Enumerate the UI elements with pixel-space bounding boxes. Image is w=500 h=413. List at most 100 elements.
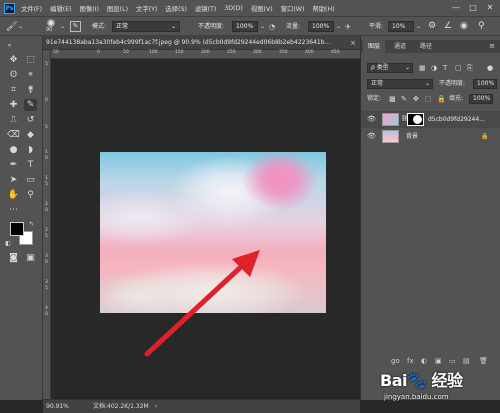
zoom-level[interactable]: 90.91% bbox=[46, 402, 69, 412]
layer-filter-select[interactable]: ρ 类型 ⌄ bbox=[367, 63, 413, 73]
document-title: 91e744138aba13a30feb4c999f1ac7f.jpeg @ 9… bbox=[46, 39, 331, 46]
ruler-tick-label: 50 bbox=[53, 50, 59, 55]
filter-shape-icon[interactable]: ▢ bbox=[455, 63, 462, 73]
menu-select[interactable]: 选择(S) bbox=[165, 4, 187, 13]
lock-position-icon[interactable]: ✥ bbox=[413, 94, 419, 104]
brush-tool-icon[interactable]: 🖌 bbox=[6, 22, 17, 32]
screen-mode-icon[interactable]: ▣ bbox=[24, 252, 37, 264]
menu-window[interactable]: 窗口(W) bbox=[281, 4, 305, 13]
tab-channels[interactable]: 通道 bbox=[389, 40, 411, 53]
lasso-tool-icon[interactable]: ʘ bbox=[7, 69, 20, 81]
lock-all-icon[interactable]: 🔒 bbox=[437, 94, 446, 104]
crop-tool-icon[interactable]: ⌗ bbox=[7, 84, 20, 96]
ruler-tick-label: 150 bbox=[175, 50, 184, 55]
filter-smart-object-icon[interactable]: ⎘ bbox=[467, 63, 473, 73]
layer-mask-thumbnail[interactable] bbox=[407, 113, 424, 126]
close-window-button[interactable]: ✕ bbox=[482, 0, 498, 16]
menu-file[interactable]: 文件(F) bbox=[21, 4, 42, 13]
pressure-size-icon[interactable]: ◉ bbox=[460, 21, 468, 31]
zoom-tool-icon[interactable]: ⚲ bbox=[24, 189, 37, 201]
eraser-tool-icon[interactable]: ⌫ bbox=[7, 129, 20, 141]
blend-mode-select[interactable]: 正常 ⌄ bbox=[367, 79, 433, 89]
chevron-down-icon[interactable]: ⌄ bbox=[60, 22, 65, 32]
chevron-down-icon[interactable]: ⌄ bbox=[18, 22, 23, 32]
quick-select-tool-icon[interactable]: ⌖ bbox=[24, 69, 37, 81]
filter-pixel-icon[interactable]: ▦ bbox=[419, 63, 426, 73]
menu-type[interactable]: 文字(Y) bbox=[136, 4, 157, 13]
filter-type-icon[interactable]: T bbox=[443, 63, 447, 73]
marquee-tool-icon[interactable]: ⬚ bbox=[24, 54, 37, 66]
panel-menu-icon[interactable]: ≡ bbox=[485, 40, 499, 53]
rectangle-tool-icon[interactable]: ▭ bbox=[24, 174, 37, 186]
path-select-tool-icon[interactable]: ➤ bbox=[7, 174, 20, 186]
mode-select[interactable]: 正常 ⌄ bbox=[112, 21, 180, 32]
menu-edit[interactable]: 编辑(E) bbox=[50, 4, 72, 13]
lock-image-icon[interactable]: ✎ bbox=[401, 94, 407, 104]
pen-tool-icon[interactable]: ✒ bbox=[7, 159, 20, 171]
healing-brush-tool-icon[interactable]: ✚ bbox=[7, 99, 20, 111]
swap-colors-icon[interactable]: ↰ bbox=[27, 219, 35, 231]
layer-row-mask[interactable]: 👁 ⛓ d5cb0d9fd29244... bbox=[361, 111, 500, 128]
symmetry-icon[interactable]: ⚲ bbox=[478, 21, 485, 31]
history-brush-tool-icon[interactable]: ↺ bbox=[24, 114, 37, 126]
chevron-down-icon[interactable]: ⌄ bbox=[416, 22, 421, 32]
gear-icon[interactable]: ⚙ bbox=[428, 21, 436, 31]
tab-layers[interactable]: 图层 bbox=[363, 40, 385, 53]
lock-artboard-icon[interactable]: ⬚ bbox=[425, 94, 432, 104]
menu-image[interactable]: 图像(I) bbox=[80, 4, 99, 13]
filter-toggle-icon[interactable]: ● bbox=[487, 63, 493, 73]
dodge-tool-icon[interactable]: ◗ bbox=[24, 144, 37, 156]
type-tool-icon[interactable]: T bbox=[24, 159, 37, 171]
minimize-button[interactable]: — bbox=[448, 0, 464, 16]
maximize-button[interactable]: □ bbox=[465, 0, 481, 16]
eyedropper-tool-icon[interactable]: ⚵ bbox=[24, 84, 37, 96]
foreground-color-swatch[interactable] bbox=[10, 222, 24, 236]
lock-transparent-icon[interactable]: ▩ bbox=[389, 94, 396, 104]
brush-preset-picker[interactable]: 90 bbox=[44, 19, 60, 35]
tools-panel: « ✥ ⬚ ʘ ⌖ ⌗ ⚵ ✚ ✎ ⎍ ↺ ⌫ ◆ ● ◗ ✒ T ➤ ▭ ✋ … bbox=[0, 36, 43, 400]
horizontal-ruler[interactable]: 50 0 50 100 150 200 250 300 350 400 450 bbox=[51, 50, 360, 59]
tab-paths[interactable]: 路径 bbox=[415, 40, 437, 53]
watermark-brand: Bai🐾 经验 bbox=[380, 371, 463, 390]
opacity-input[interactable]: 100% bbox=[232, 21, 258, 32]
chevron-down-icon[interactable]: ⌄ bbox=[336, 22, 341, 32]
angle-icon[interactable]: ∠ bbox=[444, 21, 452, 31]
pressure-opacity-icon[interactable]: ◔ bbox=[269, 22, 275, 32]
smoothing-input[interactable]: 10% bbox=[388, 21, 414, 32]
eye-icon[interactable]: 👁 bbox=[367, 132, 376, 141]
more-tools-icon[interactable]: ⋯ bbox=[7, 204, 20, 216]
flow-input[interactable]: 100% bbox=[308, 21, 334, 32]
layer-filter-value: ρ 类型 bbox=[371, 64, 389, 71]
brush-panel-toggle-icon[interactable]: ✎ bbox=[70, 21, 81, 32]
ruler-tick-label: 400 bbox=[305, 50, 314, 55]
document-image-pink-clouds[interactable] bbox=[100, 152, 326, 313]
eye-icon[interactable]: 👁 bbox=[367, 115, 376, 124]
layer-opacity-input[interactable]: 100% bbox=[473, 79, 497, 89]
collapse-toolbar-icon[interactable]: « bbox=[3, 40, 16, 52]
blur-tool-icon[interactable]: ● bbox=[7, 144, 20, 156]
filter-adjust-icon[interactable]: ◑ bbox=[431, 63, 437, 73]
chevron-down-icon[interactable]: ⌄ bbox=[260, 22, 265, 32]
menu-help[interactable]: 帮助(H) bbox=[312, 4, 334, 13]
menu-layer[interactable]: 图层(L) bbox=[107, 4, 128, 13]
brush-tool-icon[interactable]: ✎ bbox=[24, 99, 37, 111]
hand-tool-icon[interactable]: ✋ bbox=[7, 189, 20, 201]
clone-stamp-tool-icon[interactable]: ⎍ bbox=[7, 114, 20, 126]
close-icon[interactable]: × bbox=[350, 38, 356, 48]
default-colors-icon[interactable]: ◧ bbox=[4, 238, 12, 250]
menu-view[interactable]: 视图(V) bbox=[251, 4, 273, 13]
paint-bucket-tool-icon[interactable]: ◆ bbox=[24, 129, 37, 141]
flow-label: 流量: bbox=[286, 23, 301, 30]
options-bar: 🖌 ⌄ 90 ⌄ ✎ 模式: 正常 ⌄ 不透明度: 100% ⌄ ◔ 流量: 1… bbox=[0, 16, 500, 36]
vertical-ruler[interactable]: 5 0 5 1 0 1 5 2 0 2 5 3 0 3 5 4 0 bbox=[43, 50, 51, 399]
document-tab[interactable]: 91e744138aba13a30feb4c999f1ac7f.jpeg @ 9… bbox=[43, 36, 360, 50]
move-tool-icon[interactable]: ✥ bbox=[7, 54, 20, 66]
menu-3d[interactable]: 3D(D) bbox=[224, 5, 243, 12]
menu-filter[interactable]: 滤镜(T) bbox=[195, 4, 216, 13]
fill-input[interactable]: 100% bbox=[469, 94, 493, 104]
baidu-jingyan-watermark: Bai🐾 经验 jingyan.baidu.com bbox=[376, 365, 500, 413]
quick-mask-icon[interactable]: ◙ bbox=[7, 252, 20, 264]
airbrush-icon[interactable]: ✈ bbox=[345, 22, 351, 32]
layer-row-background[interactable]: 👁 背景 🔒 bbox=[361, 128, 500, 145]
status-menu-arrow[interactable]: › bbox=[155, 402, 157, 412]
